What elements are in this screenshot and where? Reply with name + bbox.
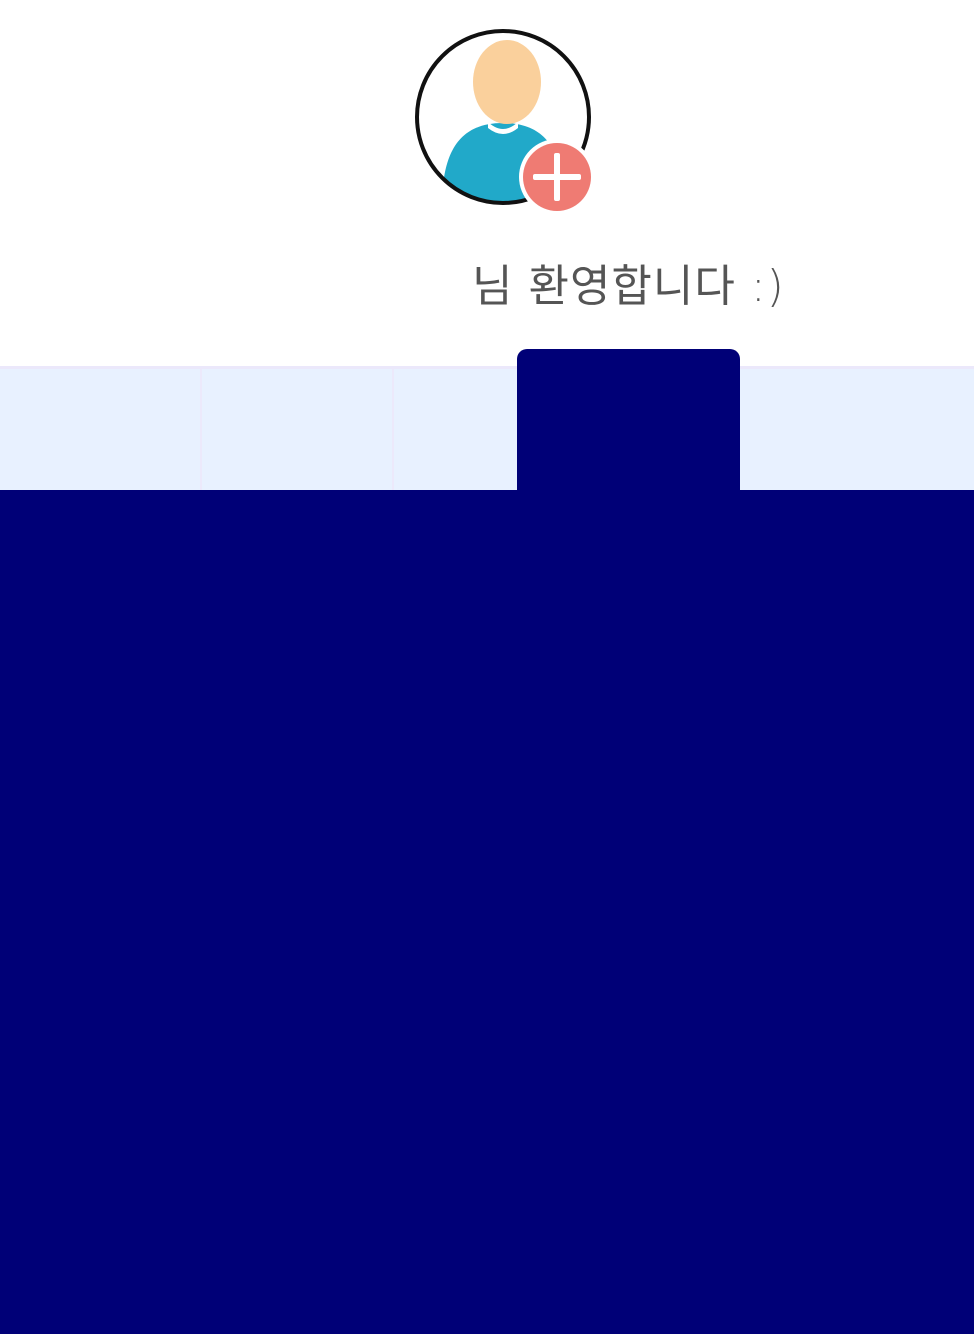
welcome-message: 님 환영합니다 :) (472, 250, 785, 314)
add-photo-button[interactable] (518, 138, 596, 216)
tab-1[interactable] (0, 369, 202, 492)
welcome-text: 님 환영합니다 :) (472, 261, 785, 312)
tab-active[interactable] (517, 349, 740, 509)
tab-bar (0, 366, 974, 492)
tab-2[interactable] (200, 369, 394, 492)
content-panel (0, 490, 974, 1334)
profile-header: 님 환영합니다 :) (0, 0, 974, 368)
